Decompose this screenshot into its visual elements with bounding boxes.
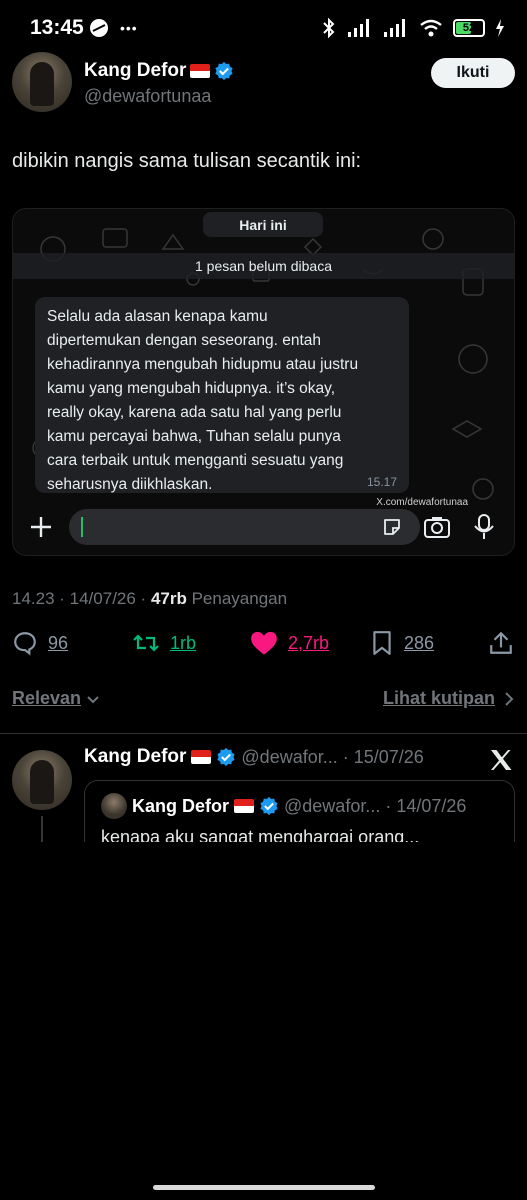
more-notifications-icon: •••	[120, 20, 138, 36]
repost-button[interactable]: 1rb	[132, 630, 196, 656]
avatar[interactable]	[12, 52, 72, 112]
reply-avatar[interactable]	[12, 750, 72, 810]
plus-icon	[31, 517, 51, 537]
tweet-author-row: Kang Defor @dewafortunaa Ikuti	[12, 52, 515, 116]
quote-text: kenapa aku sangat menghargai orang...	[101, 827, 420, 842]
battery-icon: 52	[453, 19, 485, 37]
quote-handle-date: @dewafor... · 14/07/26	[284, 795, 467, 816]
signal-icon	[348, 19, 369, 37]
bookmark-icon	[373, 631, 391, 655]
bluetooth-icon	[323, 17, 335, 39]
view-quotes-label: Lihat kutipan	[383, 688, 495, 708]
home-indicator[interactable]	[153, 1185, 375, 1190]
author-display-name[interactable]: Kang Defor	[84, 60, 186, 82]
share-button[interactable]	[488, 630, 514, 656]
divider	[0, 733, 527, 734]
tweet-text: dibikin nangis sama tulisan secantik ini…	[12, 150, 362, 172]
tweet-media-image[interactable]: Hari ini 1 pesan belum dibaca Selalu ada…	[12, 208, 515, 556]
repost-count: 1rb	[170, 632, 197, 653]
message-input	[69, 509, 420, 545]
share-icon	[490, 631, 512, 654]
reply-icon	[14, 632, 36, 656]
sort-relevance-label: Relevan	[12, 688, 82, 708]
quote-display-name: Kang Defor	[132, 795, 230, 816]
follow-button[interactable]: Ikuti	[431, 58, 515, 88]
views-label: Penayangan	[186, 589, 288, 608]
chat-message-text: Selalu ada alasan kenapa kamu dipertemuk…	[47, 308, 359, 493]
reply-tweet[interactable]: Kang Defor @dewafor... · 15/07/26 Kang D…	[12, 746, 515, 842]
chat-message-bubble: Selalu ada alasan kenapa kamu dipertemuk…	[35, 297, 409, 493]
reply-count: 96	[48, 632, 69, 653]
chat-message-time: 15.17	[366, 475, 397, 489]
chevron-down-icon	[87, 695, 99, 703]
quote-avatar	[101, 793, 127, 819]
status-time: 13:45	[30, 16, 84, 39]
indonesia-flag-icon	[234, 799, 255, 813]
sort-relevance-dropdown[interactable]: Relevan	[12, 688, 101, 709]
chat-date-chip: Hari ini	[203, 212, 323, 237]
verified-badge-icon	[215, 61, 233, 81]
like-button[interactable]: 2,7rb	[250, 630, 329, 656]
views-count: 47rb	[150, 589, 187, 608]
status-bar: 13:45 ••• 52	[0, 0, 527, 58]
sticker-icon	[384, 519, 400, 535]
bookmark-count: 286	[404, 632, 435, 653]
wifi-icon	[420, 19, 442, 37]
tweet-timestamp: 14.23 · 14/07/26 ·	[12, 589, 151, 608]
microphone-icon	[474, 514, 494, 539]
camera-icon	[424, 517, 450, 538]
signal-icon-2	[384, 19, 405, 37]
view-quotes-link[interactable]: Lihat kutipan	[383, 688, 515, 709]
chevron-right-icon	[505, 691, 514, 706]
indonesia-flag-icon	[190, 64, 211, 78]
reply-button[interactable]: 96	[12, 630, 68, 656]
tweet-meta: 14.23 · 14/07/26 · 47rb Penayangan	[12, 589, 287, 609]
bookmark-button[interactable]: 286	[370, 630, 434, 656]
reply-display-name[interactable]: Kang Defor	[84, 746, 186, 768]
repost-icon	[133, 634, 159, 652]
heart-icon	[251, 631, 277, 655]
x-logo-icon	[491, 750, 512, 770]
verified-badge-icon	[217, 747, 235, 767]
tweet-actions: 96 1rb 2,7rb 286	[12, 630, 515, 662]
battery-level: 52	[462, 22, 476, 34]
thread-line	[41, 816, 43, 842]
indonesia-flag-icon	[191, 750, 212, 764]
like-count: 2,7rb	[288, 632, 330, 653]
unread-messages-bar: 1 pesan belum dibaca	[13, 253, 514, 279]
quoted-tweet[interactable]: Kang Defor @dewafor... · 14/07/26 kenapa…	[84, 780, 515, 842]
reply-handle-date: @dewafor... · 15/07/26	[241, 746, 424, 767]
charging-icon	[496, 19, 504, 37]
author-handle[interactable]: @dewafortunaa	[84, 86, 211, 107]
app-notification-icon	[90, 19, 108, 37]
reply-sort-row: Relevan Lihat kutipan	[12, 688, 515, 716]
chat-input-bar	[13, 509, 514, 549]
verified-badge-icon	[260, 796, 278, 816]
image-watermark: X.com/dewafortunaa	[376, 497, 468, 508]
